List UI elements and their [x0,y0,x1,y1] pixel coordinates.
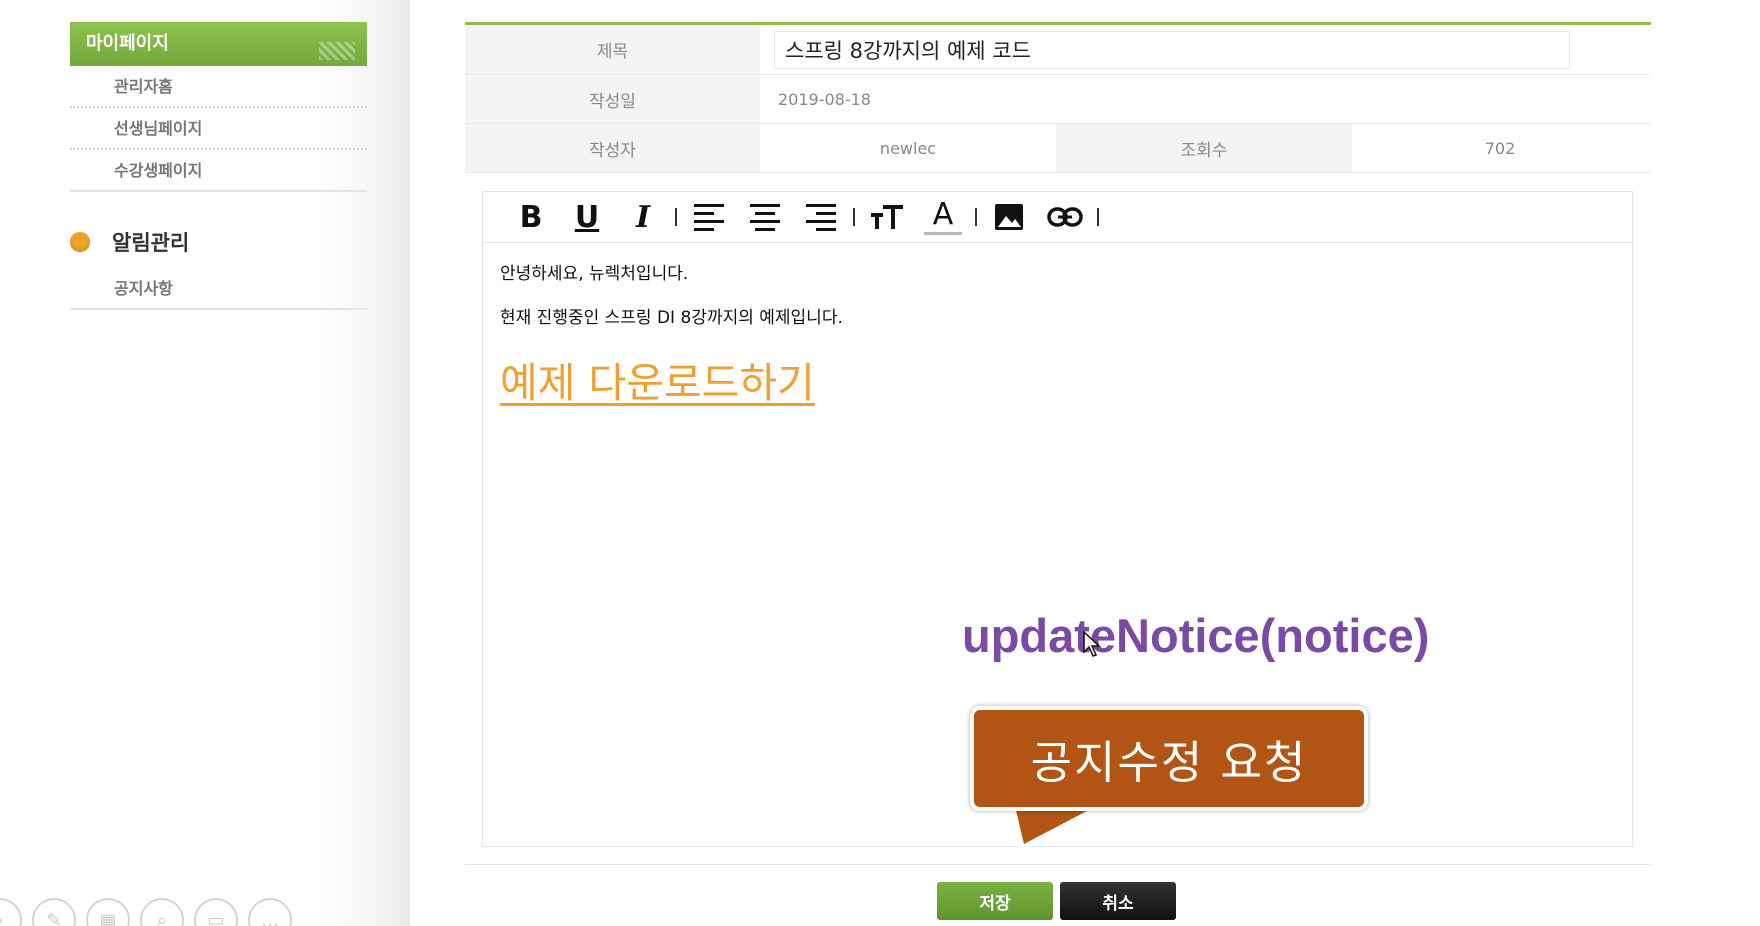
pen-icon[interactable]: ✎ [32,898,76,926]
writer-value: newlec [879,138,937,158]
writer-row: 작성자 newlec 조회수 702 [465,124,1651,173]
sidebar-item-student-page[interactable]: 수강생페이지 [70,150,367,192]
sidebar-item-label: 공지사항 [114,279,173,298]
italic-button[interactable]: I [615,197,671,237]
font-size-icon [871,205,903,229]
underline-button[interactable]: U [559,197,615,237]
writer-label: 작성자 [465,124,760,172]
callout-box: 공지수정 요청 [970,706,1368,811]
download-link[interactable]: 예제 다운로드하기 [500,349,815,409]
toolbar-separator [1097,208,1099,226]
sidebar-title-pattern [319,42,355,60]
form-divider [465,864,1651,865]
font-size-button[interactable] [859,197,915,237]
toolbar-separator [853,208,855,226]
sidebar-title: 마이페이지 [70,22,367,66]
editor-toolbar: B U I A [483,192,1632,243]
method-annotation: updateNotice(notice) [962,609,1430,662]
bold-button[interactable]: B [503,197,559,237]
date-row: 작성일 2019-08-18 [465,75,1651,124]
sidebar-item-label: 선생님페이지 [114,119,203,138]
align-right-icon [806,203,836,231]
underline-icon: U [574,199,600,235]
align-center-button[interactable] [737,197,793,237]
page: 마이페이지 관리자홈 선생님페이지 수강생페이지 알림관리 공지사항 › ✎ ▦… [0,0,1760,926]
more-icon[interactable]: … [248,898,292,926]
sidebar-item-label: 관리자홈 [114,77,173,96]
title-label: 제목 [465,25,760,74]
title-input[interactable]: 스프링 8강까지의 예제 코드 [774,30,1570,69]
align-left-button[interactable] [681,197,737,237]
title-row: 제목 스프링 8강까지의 예제 코드 [465,25,1651,75]
date-value: 2019-08-18 [778,89,871,109]
sidebar-item-notice[interactable]: 공지사항 [70,268,367,310]
mouse-cursor-icon [1083,631,1101,657]
font-color-icon: A [932,196,954,232]
sidebar: 마이페이지 관리자홈 선생님페이지 수강생페이지 알림관리 공지사항 › ✎ ▦… [0,0,410,926]
date-label: 작성일 [465,75,760,123]
sidebar-item-admin-home[interactable]: 관리자홈 [70,66,367,108]
arrow-icon[interactable]: › [0,898,22,926]
save-button[interactable]: 저장 [937,882,1053,920]
sidebar-section-label: 알림관리 [112,231,190,255]
cancel-button[interactable]: 취소 [1060,882,1176,920]
align-left-icon [694,203,724,231]
font-color-button[interactable]: A [915,197,971,237]
italic-icon: I [635,199,651,235]
content-description: 현재 진행중인 스프링 DI 8강까지의 예제입니다. [500,308,843,328]
sidebar-item-label: 수강생페이지 [114,161,203,180]
title-cell: 스프링 8강까지의 예제 코드 [760,25,1651,74]
search-icon[interactable]: ⌕ [140,898,184,926]
link-icon [1047,207,1083,227]
bottom-tool-icons: › ✎ ▦ ⌕ ▭ … [0,898,292,926]
hit-label: 조회수 [1056,124,1352,172]
align-center-icon [750,203,780,231]
sidebar-title-label: 마이페이지 [86,33,169,54]
screen-icon[interactable]: ▭ [194,898,238,926]
font-color-bar [924,231,962,235]
toolbar-separator [675,208,677,226]
grid-icon[interactable]: ▦ [86,898,130,926]
sidebar-item-teacher-page[interactable]: 선생님페이지 [70,108,367,150]
bold-icon: B [519,199,543,235]
sidebar-section-notification[interactable]: 알림관리 [70,224,189,260]
image-button[interactable] [981,197,1037,237]
content-greeting: 안녕하세요, 뉴렉처입니다. [500,264,689,284]
hit-value: 702 [1484,138,1516,158]
align-right-button[interactable] [793,197,849,237]
image-icon [995,204,1023,230]
toolbar-separator [975,208,977,226]
bullet-icon [70,232,90,252]
link-button[interactable] [1037,197,1093,237]
editor-content[interactable]: 안녕하세요, 뉴렉처입니다. 현재 진행중인 스프링 DI 8강까지의 예제입니… [483,243,1632,425]
